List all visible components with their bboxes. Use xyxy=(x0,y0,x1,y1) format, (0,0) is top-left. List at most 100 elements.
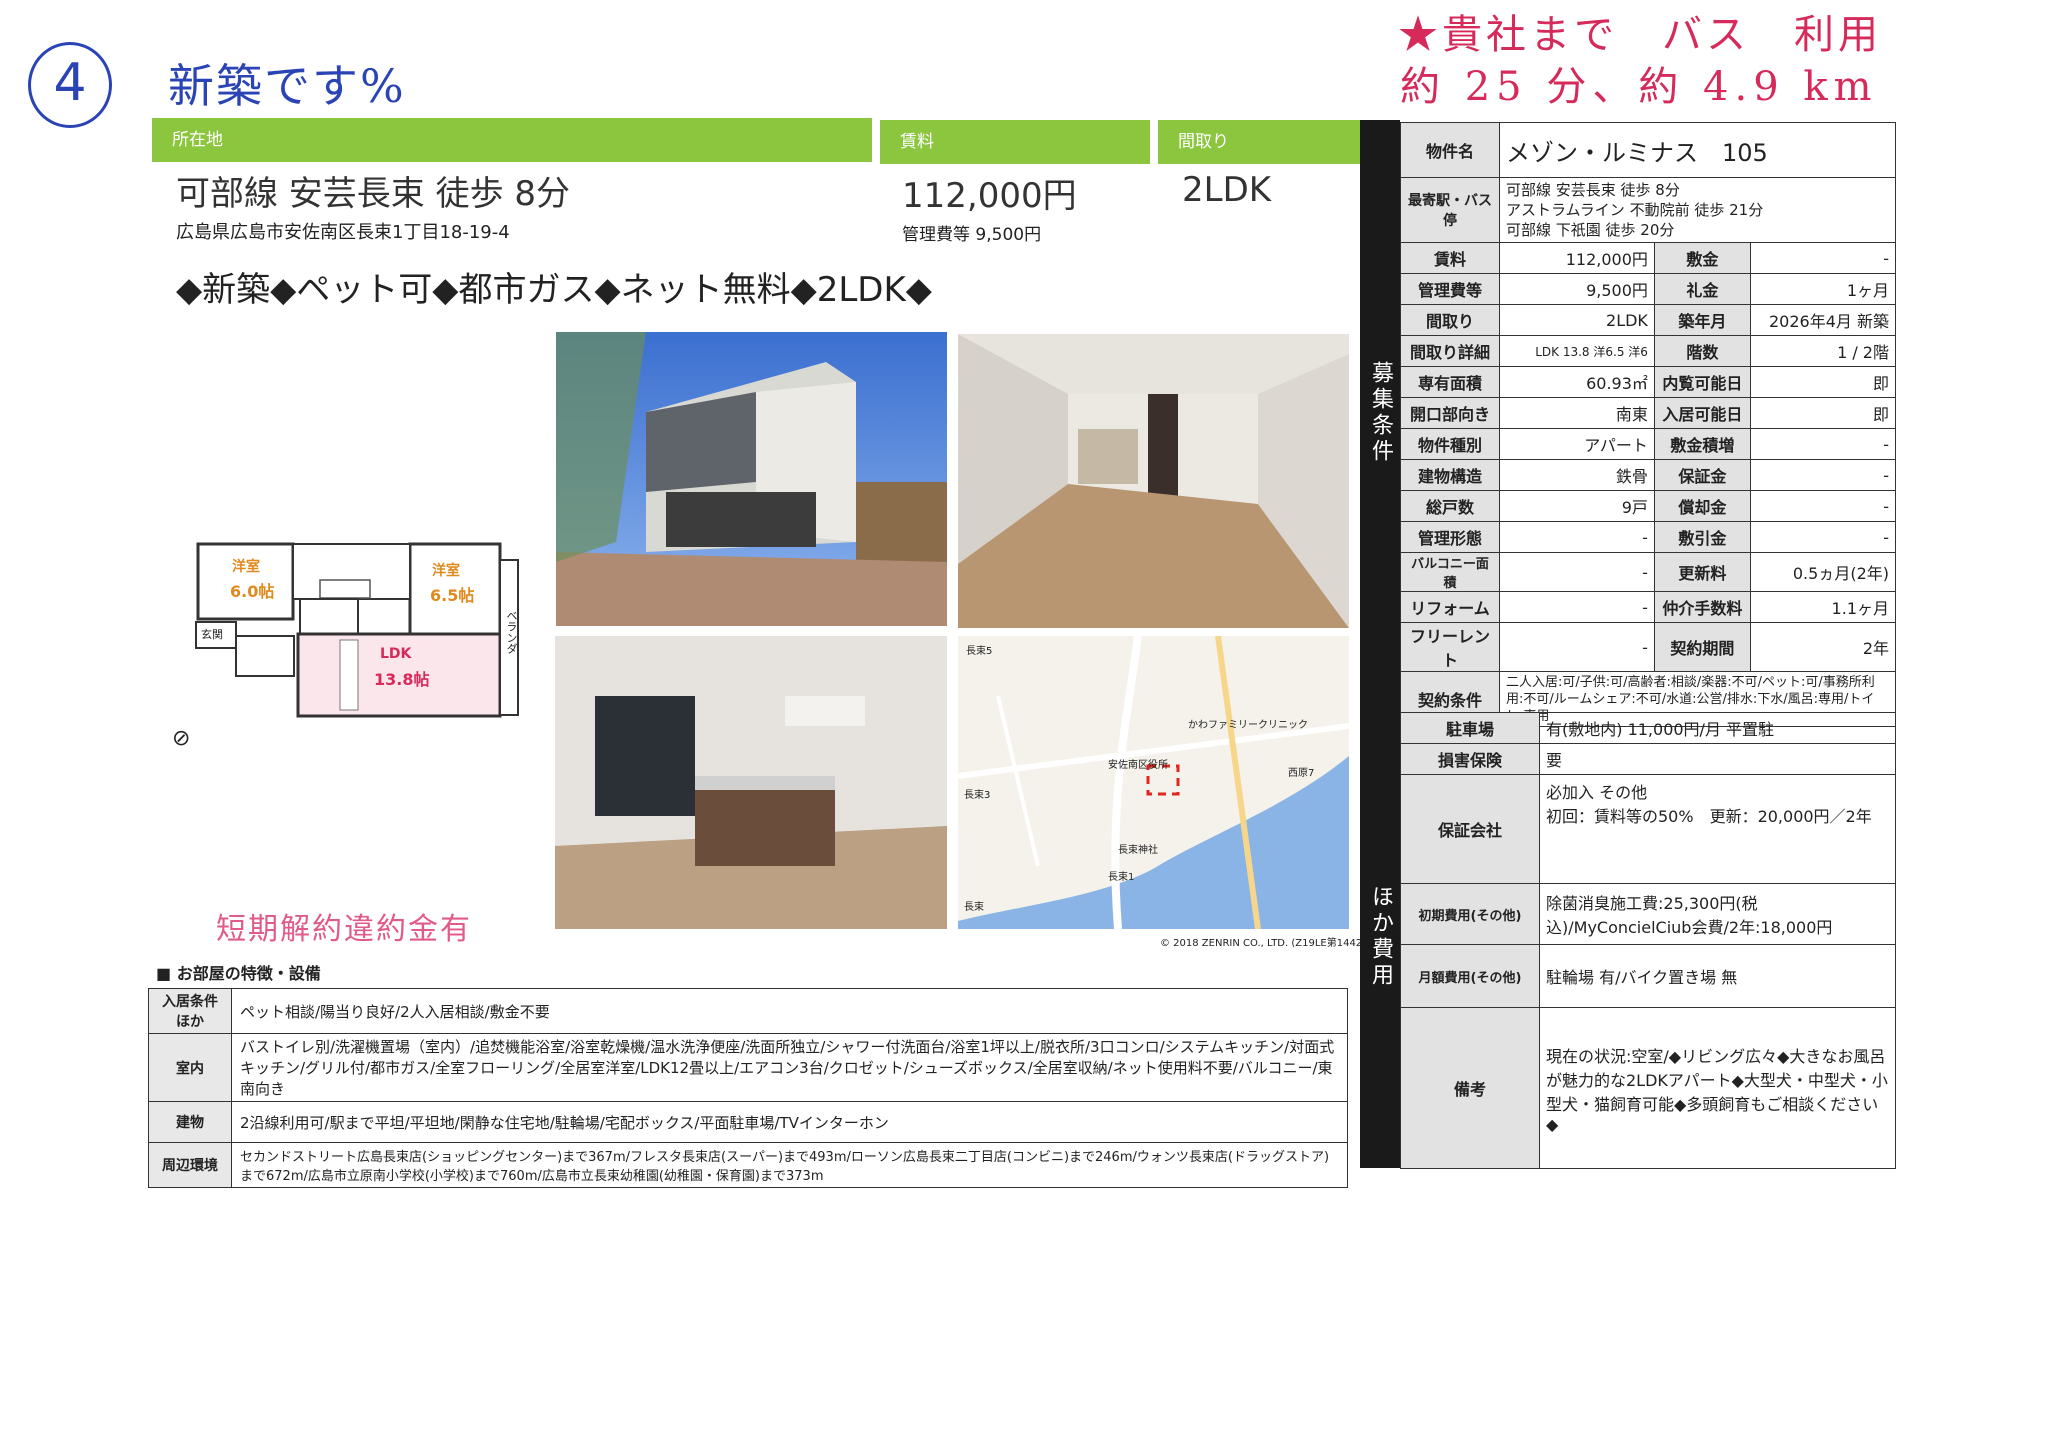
condition-value: - xyxy=(1499,591,1655,623)
cost-label: 初期費用(その他) xyxy=(1400,883,1540,945)
property-name-label: 物件名 xyxy=(1400,122,1500,178)
condition-label: 建物構造 xyxy=(1400,459,1500,491)
cost-label: 月額費用(その他) xyxy=(1400,944,1540,1008)
sidebar-conditions: 募集条件 xyxy=(1360,120,1400,706)
condition-label: 開口部向き xyxy=(1400,397,1500,429)
condition-value: - xyxy=(1749,428,1897,460)
condition-value: アパート xyxy=(1499,428,1655,460)
floor-plan: 洋室 6.0帖 洋室 6.5帖 LDK 13.8帖 ベランダ 玄関 xyxy=(170,540,530,720)
condition-label: 契約期間 xyxy=(1653,622,1751,672)
layout-type: 2LDK xyxy=(1182,170,1272,210)
condition-value: LDK 13.8 洋6.5 洋6 xyxy=(1499,335,1655,367)
condition-row: 専有面積 60.93㎡ 内覧可能日即 xyxy=(1400,366,1897,398)
feature-row-text: 2沿線利用可/駅まで平坦/平坦地/閑静な住宅地/駐輪場/宅配ボックス/平面駐車場… xyxy=(231,1101,1348,1143)
condition-value: 60.93㎡ xyxy=(1499,366,1655,398)
condition-row: 間取り詳細 LDK 13.8 洋6.5 洋6 階数 1 / 2階 xyxy=(1400,335,1897,367)
cost-text: 要 xyxy=(1539,743,1896,775)
location-map: 長束5 長束3 長束1 長束 西原7 長束神社 かわファミリークリニック 安佐南… xyxy=(958,636,1349,929)
condition-value: 鉄骨 xyxy=(1499,459,1655,491)
condition-value: 南東 xyxy=(1499,397,1655,429)
map-label: 安佐南区役所 xyxy=(1108,760,1168,771)
condition-label: 賃料 xyxy=(1400,242,1500,274)
feature-row-text: バストイレ別/洗濯機置場（室内）/追焚機能浴室/浴室乾燥機/温水洗浄便座/洗面所… xyxy=(231,1033,1348,1102)
condition-value: - xyxy=(1749,490,1897,522)
station-line: アストラムライン 不動院前 徒歩 21分 xyxy=(1506,201,1764,219)
room1-size: 6.0帖 xyxy=(230,582,275,601)
handwritten-note-distance: 約 25 分、約 4.9 km xyxy=(1400,64,1878,110)
condition-row: フリーレント - 契約期間 2年 xyxy=(1400,622,1897,672)
location-line: 可部線 安芸長束 徒歩 8分 xyxy=(176,174,571,214)
condition-label: 償却金 xyxy=(1653,490,1751,522)
handwritten-note-bus: ★貴社まで バス 利用 xyxy=(1398,12,1882,58)
condition-row: 間取り 2LDK 築年月 2026年4月 新築 xyxy=(1400,304,1897,336)
entrance-label: 玄関 xyxy=(201,628,223,641)
property-name: メゾン・ルミナス 105 xyxy=(1499,122,1896,178)
condition-label: 物件種別 xyxy=(1400,428,1500,460)
condition-label: バルコニー面積 xyxy=(1400,552,1500,592)
condition-value: 即 xyxy=(1749,397,1897,429)
condition-value: 0.5ヵ月(2年) xyxy=(1749,552,1897,592)
condition-value: 即 xyxy=(1749,366,1897,398)
management-fee: 管理費等 9,500円 xyxy=(902,225,1042,245)
condition-value: - xyxy=(1749,459,1897,491)
location-header: 所在地 xyxy=(152,118,872,162)
exterior-photo xyxy=(556,332,947,626)
condition-label: 敷金 xyxy=(1653,242,1751,274)
feature-row: 室内 バストイレ別/洗濯機置場（室内）/追焚機能浴室/浴室乾燥機/温水洗浄便座/洗… xyxy=(148,1033,1348,1102)
condition-value: 2年 xyxy=(1749,622,1897,672)
condition-label: 敷引金 xyxy=(1653,521,1751,553)
highlight-features: ◆新築◆ペット可◆都市ガス◆ネット無料◆2LDK◆ xyxy=(176,270,932,310)
station-line: 可部線 安芸長束 徒歩 8分 xyxy=(1506,181,1680,199)
map-label: 長束神社 xyxy=(1118,845,1158,856)
penalty-note: 短期解約違約金有 xyxy=(216,912,472,947)
living-room-photo xyxy=(958,334,1349,628)
condition-row: 開口部向き 南東 入居可能日即 xyxy=(1400,397,1897,429)
map-label: かわファミリークリニック xyxy=(1188,720,1308,731)
station-line: 可部線 下祇園 徒歩 20分 xyxy=(1506,221,1675,239)
feature-row: 周辺環境 セカンドストリート広島長束店(ショッピングセンター)まで367m/フレス… xyxy=(148,1142,1348,1188)
conditions-table: 物件名 メゾン・ルミナス 105 最寄駅・バス停 可部線 安芸長束 徒歩 8分 ア… xyxy=(1400,122,1897,727)
condition-value: - xyxy=(1499,521,1655,553)
condition-value: 2LDK xyxy=(1499,304,1655,336)
feature-row-text: セカンドストリート広島長束店(ショッピングセンター)まで367m/フレスタ長束店… xyxy=(231,1142,1348,1188)
condition-value: 2026年4月 新築 xyxy=(1749,304,1897,336)
condition-label: 築年月 xyxy=(1653,304,1751,336)
stations-label: 最寄駅・バス停 xyxy=(1400,177,1500,243)
ldk-label: LDK xyxy=(380,646,412,662)
map-copyright: © 2018 ZENRIN CO., LTD. (Z19LE第1442号) xyxy=(1160,938,1377,949)
condition-label: 管理費等 xyxy=(1400,273,1500,305)
condition-value: - xyxy=(1499,552,1655,592)
map-label: 長束1 xyxy=(1108,872,1135,883)
condition-label: リフォーム xyxy=(1400,591,1500,623)
condition-row: 物件種別 アパート 敷金積増 - xyxy=(1400,428,1897,460)
condition-row: 総戸数 9戸 償却金 - xyxy=(1400,490,1897,522)
address: 広島県広島市安佐南区長束1丁目18-19-4 xyxy=(176,222,510,243)
costs-table: 駐車場 有(敷地内) 11,000円/月 平置駐 損害保険要 保証会社 必加入 その… xyxy=(1400,712,1896,1169)
condition-label: 内覧可能日 xyxy=(1653,366,1751,398)
room2-label: 洋室 xyxy=(432,563,460,579)
feature-row-head: 入居条件ほか xyxy=(148,988,232,1034)
features-table: 入居条件ほか ペット相談/陽当り良好/2人入居相談/敷金不要 室内 バストイレ別/洗… xyxy=(148,988,1348,1188)
cost-label: 損害保険 xyxy=(1400,743,1540,775)
condition-row: バルコニー面積 - 更新料 0.5ヵ月(2年) xyxy=(1400,552,1897,592)
condition-value: 1ヶ月 xyxy=(1749,273,1897,305)
feature-row-head: 周辺環境 xyxy=(148,1142,232,1188)
handwritten-note-new: 新築です% xyxy=(168,59,406,113)
cost-label: 備考 xyxy=(1400,1007,1540,1169)
cost-text: 必加入 その他 初回：賃料等の50% 更新：20,000円／2年 xyxy=(1539,774,1896,884)
condition-value: 9,500円 xyxy=(1499,273,1655,305)
condition-label: 入居可能日 xyxy=(1653,397,1751,429)
condition-row: リフォーム - 仲介手数料 1.1ヶ月 xyxy=(1400,591,1897,623)
room2-size: 6.5帖 xyxy=(430,586,475,605)
condition-label: 敷金積増 xyxy=(1653,428,1751,460)
cost-text: 除菌消臭施工費:25,300円(税込)/MyConcielCiub会費/2年:1… xyxy=(1539,883,1896,945)
cost-text: 駐輪場 有/バイク置き場 無 xyxy=(1539,944,1896,1008)
condition-label: 階数 xyxy=(1653,335,1751,367)
map-label: 長束 xyxy=(964,902,984,913)
condition-row: 賃料 112,000円 敷金 - xyxy=(1400,242,1897,274)
cost-text: 現在の状況:空室/◆リビング広々◆大きなお風呂が魅力的な2LDKアパート◆大型犬… xyxy=(1539,1007,1896,1169)
condition-value: - xyxy=(1749,242,1897,274)
ldk-size: 13.8帖 xyxy=(374,670,430,689)
kitchen-photo xyxy=(555,636,947,929)
condition-value: 9戸 xyxy=(1499,490,1655,522)
